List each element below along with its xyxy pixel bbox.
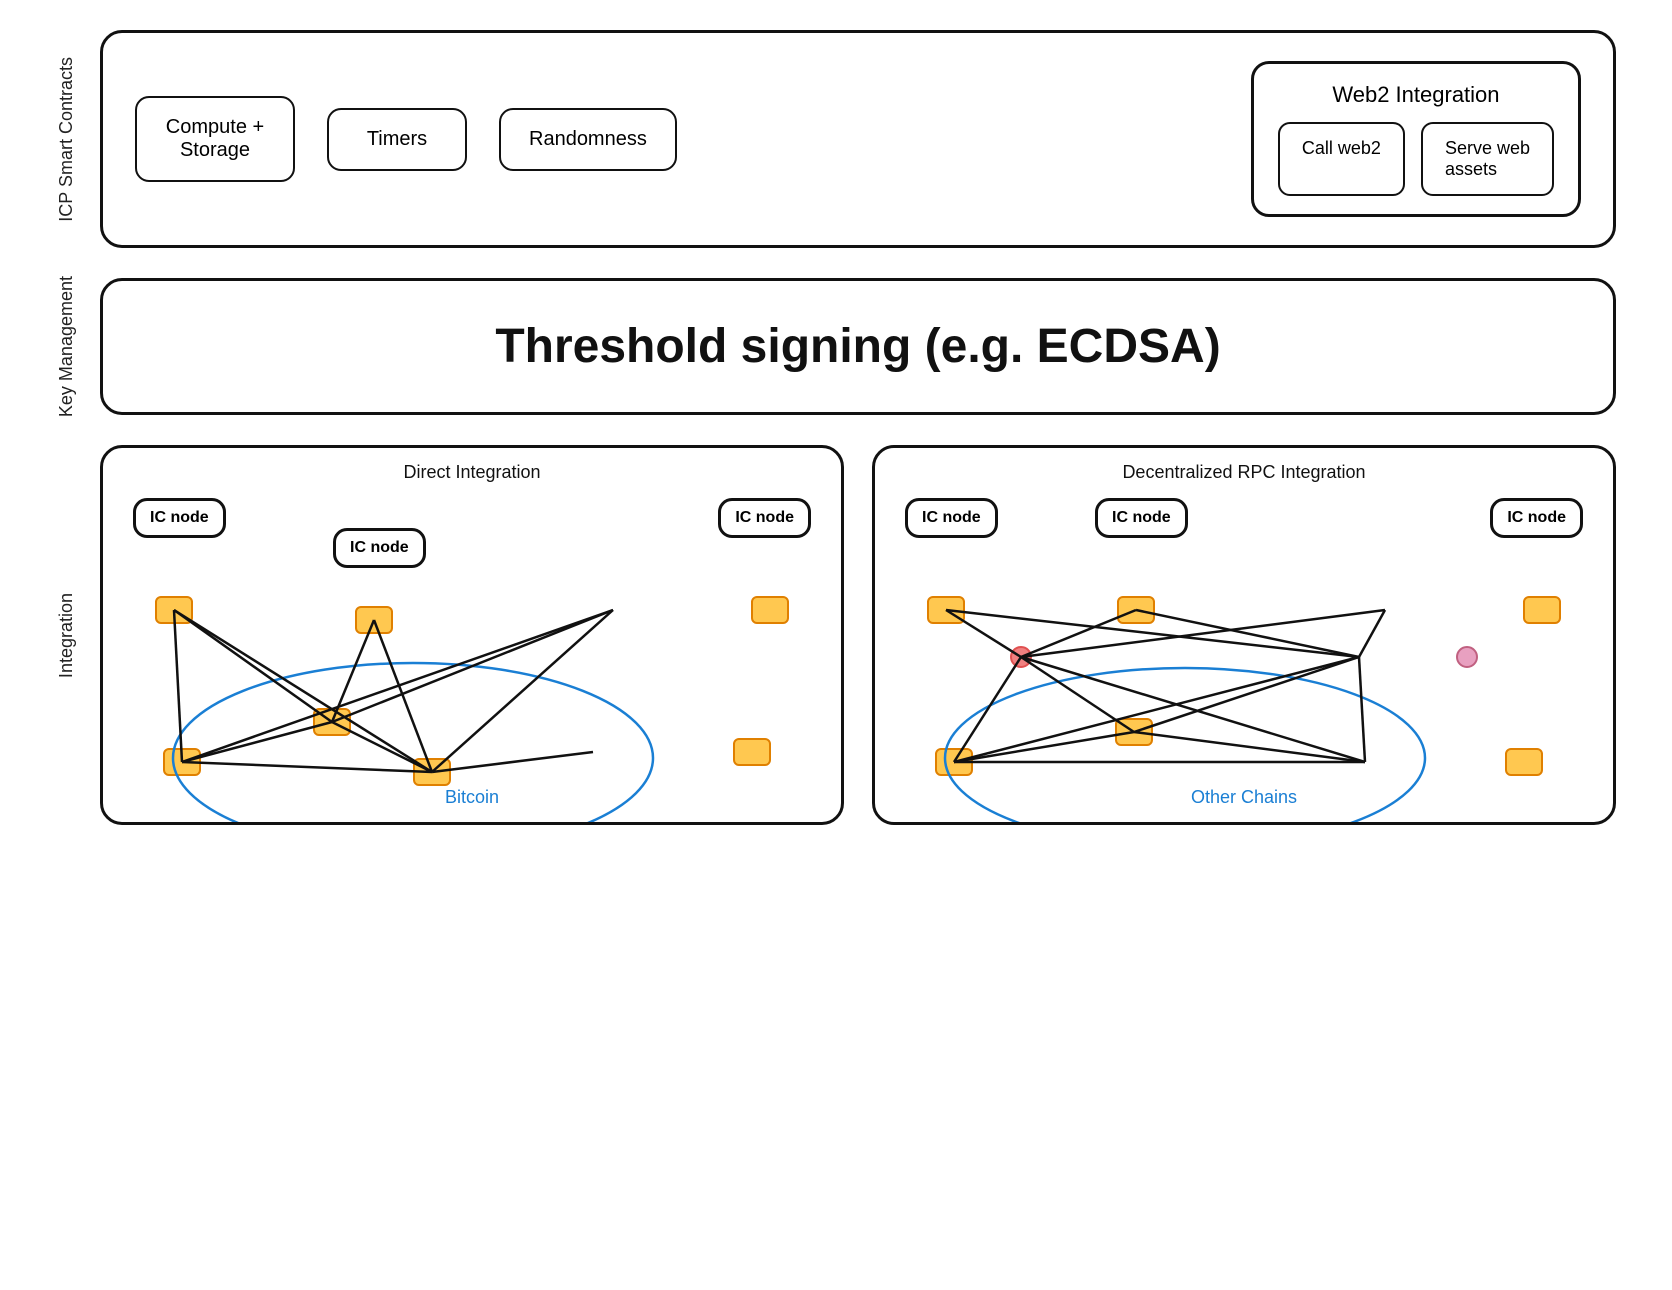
compute-storage-chip: Compute +Storage (135, 96, 295, 182)
serve-web-assets-chip: Serve webassets (1421, 122, 1554, 196)
direct-integration-label: Direct Integration (403, 462, 540, 483)
threshold-text: Threshold signing (e.g. ECDSA) (495, 319, 1220, 374)
ic-node-1: IC node (133, 498, 226, 538)
orange-node-5 (313, 708, 351, 736)
rpc-ic-node-3: IC node (1490, 498, 1583, 538)
rpc-ic-node-1: IC node (905, 498, 998, 538)
rpc-relay-2 (1456, 646, 1478, 668)
randomness-chip: Randomness (499, 108, 677, 171)
ic-node-2: IC node (333, 528, 426, 568)
orange-node-6 (413, 758, 451, 786)
rpc-orange-node-4 (935, 748, 973, 776)
key-mgmt-row: Key Management Threshold signing (e.g. E… (56, 276, 1616, 417)
web2-box: Web2 Integration Call web2 Serve webasse… (1251, 61, 1581, 217)
rpc-orange-node-6 (1505, 748, 1543, 776)
key-section: Threshold signing (e.g. ECDSA) (100, 278, 1616, 415)
rpc-orange-node-5 (1115, 718, 1153, 746)
call-web2-chip: Call web2 (1278, 122, 1405, 196)
integration-section: Direct Integration IC node IC node IC no… (100, 445, 1616, 825)
rpc-integration-label: Decentralized RPC Integration (1122, 462, 1365, 483)
web2-title: Web2 Integration (1332, 82, 1499, 108)
rpc-orange-node-3 (1523, 596, 1561, 624)
key-mgmt-label: Key Management (56, 276, 92, 417)
orange-node-3 (751, 596, 789, 624)
icp-label: ICP Smart Contracts (56, 57, 92, 222)
direct-integration-box: Direct Integration IC node IC node IC no… (100, 445, 844, 825)
web2-chips: Call web2 Serve webassets (1278, 122, 1554, 196)
icp-row: ICP Smart Contracts Compute +Storage Tim… (56, 30, 1616, 248)
orange-node-1 (155, 596, 193, 624)
rpc-orange-node-1 (927, 596, 965, 624)
ic-node-3: IC node (718, 498, 811, 538)
orange-node-7 (733, 738, 771, 766)
icp-section: Compute +Storage Timers Randomness Web2 … (100, 30, 1616, 248)
rpc-integration-box: Decentralized RPC Integration IC node IC… (872, 445, 1616, 825)
orange-node-4 (163, 748, 201, 776)
orange-node-2 (355, 606, 393, 634)
rpc-relay-1 (1010, 646, 1032, 668)
integration-label: Integration (56, 593, 92, 678)
bitcoin-label: Bitcoin (445, 787, 499, 808)
rpc-ic-node-2: IC node (1095, 498, 1188, 538)
main-container: ICP Smart Contracts Compute +Storage Tim… (56, 30, 1616, 825)
timers-chip: Timers (327, 108, 467, 171)
integration-row: Integration Direct Integration IC node I… (56, 445, 1616, 825)
rpc-orange-node-2 (1117, 596, 1155, 624)
other-chains-label: Other Chains (1191, 787, 1297, 808)
